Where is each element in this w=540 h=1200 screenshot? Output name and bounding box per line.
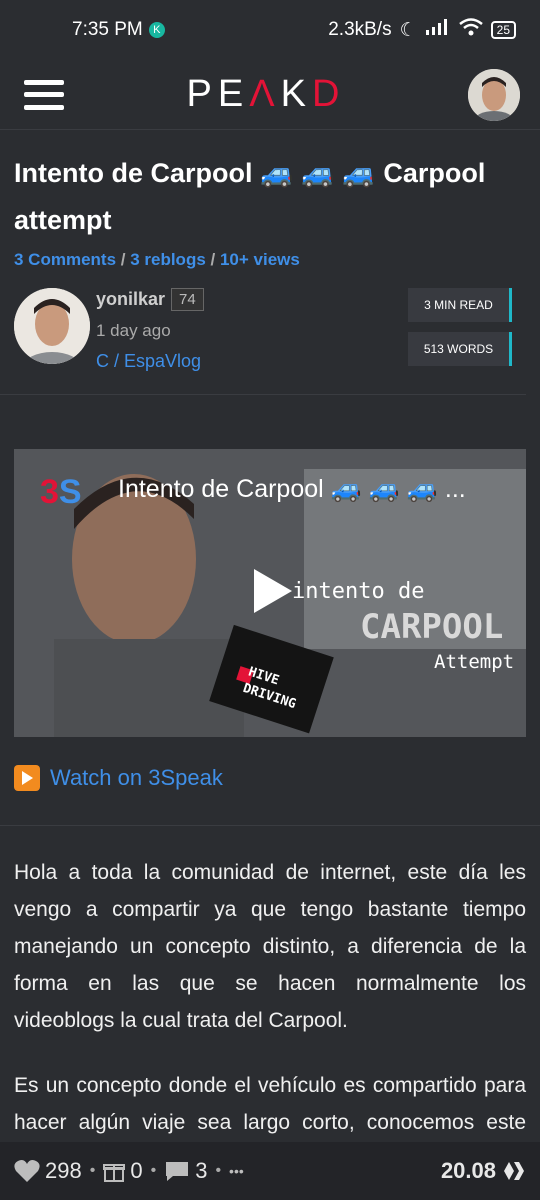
video-embed[interactable]: 3S Intento de Carpool 🚙 🚙 🚙 ... intento … bbox=[14, 449, 526, 737]
more-options-icon[interactable]: ••• bbox=[229, 1163, 244, 1179]
comment-icon bbox=[166, 1162, 189, 1181]
post-body: Hola a toda la comunidad de internet, es… bbox=[0, 854, 540, 1178]
reputation-badge: 74 bbox=[171, 288, 204, 311]
views-link[interactable]: 10+ views bbox=[220, 250, 300, 269]
comment-count: 3 bbox=[195, 1158, 208, 1183]
post-title: Intento de Carpool 🚙 🚙 🚙 Carpool attempt bbox=[14, 158, 486, 235]
gift-icon bbox=[103, 1164, 126, 1182]
tip-button[interactable]: 0 bbox=[103, 1158, 143, 1184]
upvote-button[interactable]: 298 bbox=[14, 1158, 82, 1184]
post-stats: 3 Comments / 3 reblogs / 10+ views bbox=[14, 250, 300, 269]
video-overlay-bottom: Attempt bbox=[434, 651, 515, 673]
comments-link[interactable]: 3 Comments bbox=[14, 250, 116, 269]
app-header: PEΛKD bbox=[0, 60, 540, 130]
play-icon[interactable] bbox=[254, 569, 292, 613]
status-time: 7:35 PM bbox=[72, 19, 143, 40]
play-button-icon bbox=[14, 765, 40, 791]
tip-count: 0 bbox=[130, 1158, 143, 1183]
status-bar: 7:35 PM K 2.3kB/s ☾ 25 bbox=[0, 0, 540, 60]
body-paragraph: Hola a toda la comunidad de internet, es… bbox=[14, 861, 526, 1032]
video-title: Intento de Carpool 🚙 🚙 🚙 ... bbox=[118, 475, 466, 503]
read-time-badge: 3 MIN READ bbox=[408, 288, 512, 322]
video-overlay-top: intento de bbox=[292, 579, 425, 604]
reblogs-link[interactable]: 3 reblogs bbox=[130, 250, 206, 269]
hive-icon bbox=[504, 1162, 524, 1180]
post-date: 1 day ago bbox=[96, 321, 171, 340]
comment-button[interactable]: 3 bbox=[164, 1158, 207, 1184]
peakd-logo[interactable]: PEΛKD bbox=[187, 73, 346, 116]
author-row: yonilkar 74 1 day ago C / EspaVlog 3 MIN… bbox=[0, 270, 526, 395]
heart-icon bbox=[14, 1160, 40, 1182]
battery-icon: 25 bbox=[490, 21, 516, 39]
notification-k-icon: K bbox=[148, 22, 165, 38]
upvote-count: 298 bbox=[45, 1158, 82, 1183]
video-overlay-main: CARPOOL bbox=[360, 607, 504, 647]
content-divider bbox=[0, 825, 540, 826]
3speak-logo-icon: 3S bbox=[40, 473, 82, 511]
payout-display[interactable]: 20.08 bbox=[441, 1158, 526, 1184]
watch-on-3speak-link[interactable]: Watch on 3Speak bbox=[0, 737, 540, 791]
menu-icon[interactable] bbox=[24, 79, 64, 110]
moon-icon: ☾ bbox=[399, 19, 417, 41]
watch-link-label: Watch on 3Speak bbox=[50, 765, 223, 790]
payout-value: 20.08 bbox=[440, 1158, 496, 1183]
author-avatar[interactable] bbox=[14, 288, 90, 364]
user-avatar[interactable] bbox=[468, 68, 520, 121]
network-speed: 2.3kB/s bbox=[328, 19, 392, 40]
signal-icon bbox=[425, 19, 451, 41]
author-name[interactable]: yonilkar bbox=[96, 289, 165, 310]
wifi-icon bbox=[458, 18, 483, 42]
post-action-bar: 298 • 0 • 3 • ••• 20.08 bbox=[0, 1142, 540, 1200]
community-link[interactable]: C / EspaVlog bbox=[96, 351, 408, 372]
word-count-badge: 513 WORDS bbox=[408, 332, 512, 366]
